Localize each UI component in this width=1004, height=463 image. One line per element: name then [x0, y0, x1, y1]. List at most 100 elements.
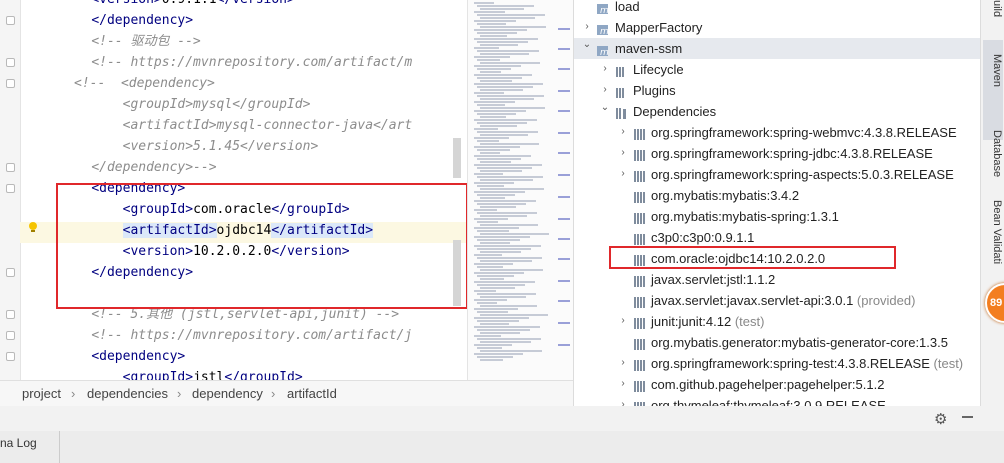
side-tab-bean-validation[interactable]: Bean Validati: [983, 200, 1003, 282]
fold-marker-icon[interactable]: [6, 163, 15, 172]
fold-marker-icon[interactable]: [6, 16, 15, 25]
minimap-line: [480, 341, 531, 343]
maven-tree-item[interactable]: org.mybatis:mybatis:3.4.2: [574, 185, 981, 206]
minimap-line: [477, 32, 517, 34]
minimap-line: [477, 149, 510, 151]
maven-tree-item[interactable]: javax.servlet:jstl:1.1.2: [574, 269, 981, 290]
minimap-line: [480, 188, 544, 190]
xml-tag: <dependency>: [91, 349, 186, 364]
minimap-line: [477, 176, 543, 178]
maven-tree-item[interactable]: javax.servlet:javax.servlet-api:3.0.1 (p…: [574, 290, 981, 311]
code-line[interactable]: <!-- https://mvnrepository.com/artifact/…: [60, 52, 412, 73]
minimap-line: [480, 269, 543, 271]
code-line[interactable]: <!-- https://mvnrepository.com/artifact/…: [60, 325, 412, 346]
maven-tree-item[interactable]: › Lifecycle: [574, 59, 981, 80]
chevron-right-icon[interactable]: ›: [618, 169, 628, 179]
maven-tree-item[interactable]: org.mybatis:mybatis-spring:1.3.1: [574, 206, 981, 227]
maven-tree-text: c3p0:c3p0:0.9.1.1: [651, 230, 755, 245]
chevron-right-icon[interactable]: ›: [582, 22, 592, 32]
chevron-right-icon[interactable]: ›: [600, 85, 610, 95]
maven-tree-item[interactable]: c3p0:c3p0:0.9.1.1: [574, 227, 981, 248]
gear-icon[interactable]: ⚙: [934, 410, 947, 428]
minimap-line: [480, 287, 515, 289]
code-line[interactable]: <groupId>jstl</groupId>: [60, 367, 303, 380]
minimap-line: [477, 140, 499, 142]
minimap-line: [474, 29, 527, 31]
code-line[interactable]: <version>0.9.1.1</version>: [60, 0, 295, 10]
minimap-line: [480, 350, 542, 352]
chevron-right-icon[interactable]: ›: [618, 379, 628, 389]
code-line[interactable]: <dependency>: [60, 346, 185, 367]
side-tab-database[interactable]: Database: [983, 130, 1003, 196]
minimap-line: [480, 62, 540, 64]
xml-value: 0.9.1.1: [162, 0, 217, 7]
code-indent: <!--: [74, 76, 106, 91]
code-minimap[interactable]: [467, 0, 574, 380]
folder-icon: [615, 63, 628, 77]
code-line[interactable]: </dependency>-->: [60, 157, 216, 178]
maven-tree-item[interactable]: › com.github.pagehelper:pagehelper:5.1.2: [574, 374, 981, 395]
fold-marker-icon[interactable]: [6, 58, 15, 67]
chevron-down-icon[interactable]: ⌄: [582, 40, 592, 50]
chevron-right-icon[interactable]: ›: [600, 64, 610, 74]
chevron-right-icon[interactable]: ›: [618, 127, 628, 137]
chevron-right-icon[interactable]: ›: [618, 316, 628, 326]
code-comment: <version>5.1.45</version>: [91, 139, 319, 154]
editor-scrollbar-thumb[interactable]: [453, 138, 461, 178]
minimap-line: [477, 230, 509, 232]
minimap-line: [480, 179, 533, 181]
fold-marker-icon[interactable]: [6, 268, 15, 277]
lightbulb-icon[interactable]: [27, 221, 39, 233]
minimap-line: [480, 332, 520, 334]
breadcrumb-item[interactable]: dependency: [192, 381, 263, 407]
maven-tree-item[interactable]: › org.springframework:spring-webmvc:4.3.8…: [574, 122, 981, 143]
code-comment: <!-- https://mvnrepository.com/artifact/…: [91, 328, 413, 343]
maven-tree-label: org.springframework:spring-jdbc:4.3.8.RE…: [651, 143, 933, 164]
fold-marker-icon[interactable]: [6, 310, 15, 319]
fold-marker-icon[interactable]: [6, 352, 15, 361]
code-line[interactable]: <version>5.1.45</version>: [60, 136, 319, 157]
maven-tree-item[interactable]: org.mybatis.generator:mybatis-generator-…: [574, 332, 981, 353]
code-line[interactable]: </dependency>: [60, 10, 193, 31]
code-editor[interactable]: <version>0.9.1.1</version> </dependency>…: [0, 0, 467, 380]
minimize-icon[interactable]: [962, 416, 973, 418]
maven-tree-label: org.springframework:spring-aspects:5.0.3…: [651, 164, 954, 185]
maven-tree-item[interactable]: › junit:junit:4.12 (test): [574, 311, 981, 332]
breadcrumb-item[interactable]: artifactId: [287, 381, 337, 407]
chevron-right-icon[interactable]: ›: [618, 148, 628, 158]
tab-log[interactable]: na Log: [0, 431, 60, 463]
maven-tree-item[interactable]: › org.thymeleaf:thymeleaf:3.0.9.RELEASE: [574, 395, 981, 406]
editor-scrollbar-thumb-2[interactable]: [453, 240, 461, 306]
code-line[interactable]: <groupId>mysql</groupId>: [60, 94, 311, 115]
chevron-down-icon[interactable]: ⌄: [600, 103, 610, 113]
minimap-line: [474, 146, 520, 148]
xml-tag: <version>: [91, 0, 161, 7]
maven-tree-item[interactable]: › org.springframework:spring-jdbc:4.3.8.R…: [574, 143, 981, 164]
minimap-marker: [558, 90, 570, 92]
maven-tree-item[interactable]: › Plugins: [574, 80, 981, 101]
maven-tree-item[interactable]: › m MapperFactory: [574, 17, 981, 38]
maven-tree-item[interactable]: › org.springframework:spring-aspects:5.0.…: [574, 164, 981, 185]
minimap-line: [474, 74, 532, 76]
code-line[interactable]: <!-- 驱动包 -->: [60, 31, 201, 52]
code-line[interactable]: <artifactId>mysql-connector-java</art: [60, 115, 413, 136]
maven-tree-item[interactable]: ⌄ m maven-ssm: [574, 38, 981, 59]
minimap-marker: [558, 174, 570, 176]
side-tab-build[interactable]: uild: [983, 0, 1003, 32]
side-tab-maven[interactable]: Maven: [983, 40, 1003, 140]
fold-marker-icon[interactable]: [6, 79, 15, 88]
code-line[interactable]: <!-- <dependency>: [74, 73, 215, 94]
breadcrumb-separator-icon: ›: [271, 386, 276, 401]
breadcrumb-item[interactable]: project: [22, 381, 61, 407]
fold-marker-icon[interactable]: [6, 184, 15, 193]
maven-tree-text: org.mybatis.generator:mybatis-generator-…: [651, 335, 948, 350]
svg-text:m: m: [600, 27, 609, 36]
maven-tree-item[interactable]: › org.springframework:spring-test:4.3.8.R…: [574, 353, 981, 374]
breadcrumb-item[interactable]: dependencies: [87, 381, 168, 407]
fold-marker-icon[interactable]: [6, 331, 15, 340]
code-comment: <!-- 驱动包 -->: [91, 34, 201, 49]
maven-tree-item[interactable]: ⌄ Dependencies: [574, 101, 981, 122]
maven-tree-item[interactable]: m load: [574, 0, 981, 17]
chevron-right-icon[interactable]: ›: [618, 358, 628, 368]
